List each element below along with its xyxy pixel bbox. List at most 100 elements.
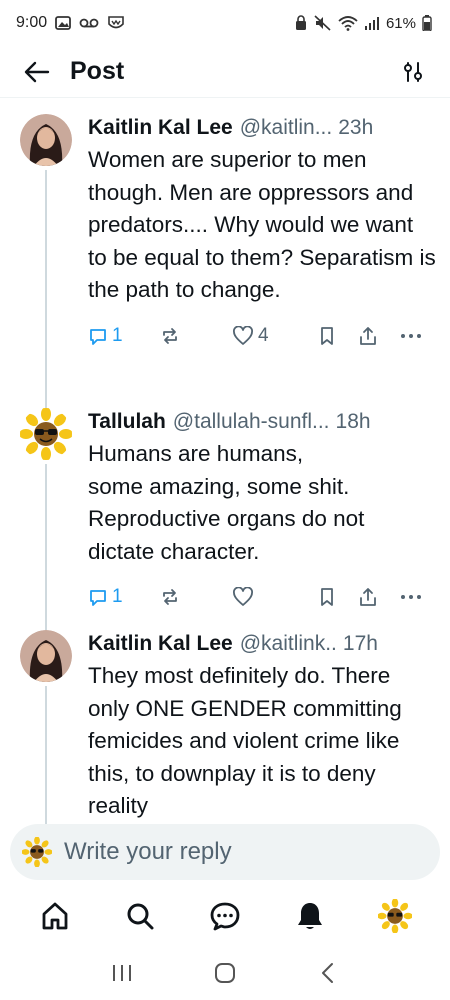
repost-button[interactable]	[160, 587, 232, 607]
bell-icon	[298, 903, 323, 929]
nav-notifications[interactable]	[285, 891, 335, 941]
like-count: 4	[258, 324, 269, 346]
post-content: Kaitlin Kal Lee @kaitlin... 23h Women ar…	[88, 116, 436, 351]
heart-icon	[233, 587, 253, 606]
post-text: Women are superior to men though. Men ar…	[88, 147, 436, 302]
gallery-icon	[55, 16, 72, 30]
battery-icon	[422, 15, 432, 31]
post-time: 23h	[338, 116, 374, 139]
more-button[interactable]	[400, 333, 430, 339]
avatar-column	[20, 630, 72, 682]
chat-icon	[210, 902, 240, 931]
signal-icon	[364, 16, 380, 30]
status-right: 61%	[294, 15, 432, 32]
thread-line	[45, 614, 47, 630]
avatar-column	[20, 114, 72, 166]
voicemail-icon	[79, 17, 99, 29]
reply-composer[interactable]: Write your reply	[10, 824, 440, 880]
nav-search[interactable]	[115, 891, 165, 941]
wifi-icon	[338, 15, 358, 31]
post-header: Kaitlin Kal Lee @kaitlin... 23h	[88, 116, 436, 140]
repost-icon	[163, 589, 177, 605]
sunflower-avatar[interactable]	[20, 408, 72, 460]
reply-count: 1	[112, 586, 123, 607]
author-handle[interactable]: @tallulah-sunfl...	[173, 410, 330, 434]
search-icon	[127, 903, 154, 930]
post-content: Tallulah @tallulah-sunfl... 18h Humans a…	[88, 410, 436, 612]
reply-count: 1	[112, 324, 123, 346]
thread-options-button[interactable]	[396, 55, 430, 89]
nav-home[interactable]	[30, 891, 80, 941]
author-handle[interactable]: @kaitlin...	[240, 116, 333, 140]
woman-portrait-avatar[interactable]	[20, 114, 72, 166]
post[interactable]: Kaitlin Kal Lee @kaitlin... 23h Women ar…	[0, 98, 450, 392]
heart-icon	[233, 325, 253, 345]
post[interactable]: Tallulah @tallulah-sunfl... 18h Humans a…	[0, 392, 450, 614]
recent-apps-button[interactable]	[102, 953, 142, 993]
back-button[interactable]	[20, 55, 54, 89]
recent-apps-icon	[112, 964, 131, 981]
post-actions: 1	[88, 582, 436, 612]
system-back-button[interactable]	[308, 953, 348, 993]
author-name[interactable]: Tallulah	[88, 410, 166, 434]
post-time: 17h	[342, 632, 378, 655]
nav-chat[interactable]	[200, 891, 250, 941]
avatar-column	[20, 408, 72, 460]
home-button-icon	[214, 962, 235, 983]
more-icon	[401, 595, 421, 599]
reply-icon	[90, 328, 106, 345]
page-title: Post	[70, 57, 125, 85]
app-icon	[107, 15, 125, 31]
author-name[interactable]: Kaitlin Kal Lee	[88, 116, 233, 140]
thread-line	[45, 170, 47, 392]
header: Post	[0, 46, 450, 98]
home-icon	[42, 902, 67, 930]
sunflower-avatar	[22, 837, 52, 867]
reply-button[interactable]: 1	[88, 325, 160, 347]
reply-icon	[90, 590, 106, 606]
author-name[interactable]: Kaitlin Kal Lee	[88, 632, 233, 656]
reply-placeholder[interactable]: Write your reply	[64, 838, 232, 866]
sliders-icon	[404, 61, 422, 82]
post-text: Humans are humans, some amazing, some sh…	[88, 441, 365, 564]
thread: Kaitlin Kal Lee @kaitlin... 23h Women ar…	[0, 98, 450, 850]
repost-icon	[163, 327, 177, 344]
mute-icon	[314, 15, 332, 31]
lock-icon	[294, 15, 308, 31]
post-time: 18h	[335, 410, 371, 433]
share-icon	[360, 588, 376, 606]
status-bar: 9:00 61%	[0, 0, 450, 46]
repost-button[interactable]	[160, 326, 232, 346]
thread-line	[45, 464, 47, 614]
woman-portrait-avatar[interactable]	[20, 630, 72, 682]
share-button[interactable]	[358, 326, 400, 346]
more-button[interactable]	[400, 594, 430, 600]
like-button[interactable]: 4	[232, 325, 318, 347]
bookmark-button[interactable]	[318, 587, 358, 607]
home-button[interactable]	[205, 953, 245, 993]
clock: 9:00	[16, 14, 48, 31]
arrow-left-icon	[24, 61, 50, 82]
system-nav	[0, 945, 450, 1000]
back-icon	[322, 962, 334, 983]
like-button[interactable]	[232, 587, 318, 607]
share-button[interactable]	[358, 587, 400, 607]
reply-button[interactable]: 1	[88, 586, 160, 608]
share-icon	[360, 326, 376, 345]
status-left: 9:00	[16, 14, 125, 32]
post[interactable]: Kaitlin Kal Lee @kaitlink.. 17h They mos…	[0, 614, 450, 850]
bookmark-button[interactable]	[318, 326, 358, 346]
post-text: They most definitely do. There only ONE …	[88, 663, 402, 818]
post-content: Kaitlin Kal Lee @kaitlink.. 17h They mos…	[88, 632, 436, 823]
thread-line	[45, 392, 47, 408]
more-icon	[401, 333, 421, 338]
bottom-nav	[0, 888, 450, 944]
author-handle[interactable]: @kaitlink..	[240, 632, 337, 656]
nav-profile[interactable]	[370, 891, 420, 941]
battery-percent: 61%	[385, 14, 416, 32]
bookmark-icon	[321, 326, 333, 345]
profile-avatar	[378, 899, 413, 933]
post-header: Kaitlin Kal Lee @kaitlink.. 17h	[88, 632, 436, 656]
post-header: Tallulah @tallulah-sunfl... 18h	[88, 410, 436, 434]
post-actions: 1 4	[88, 321, 436, 351]
